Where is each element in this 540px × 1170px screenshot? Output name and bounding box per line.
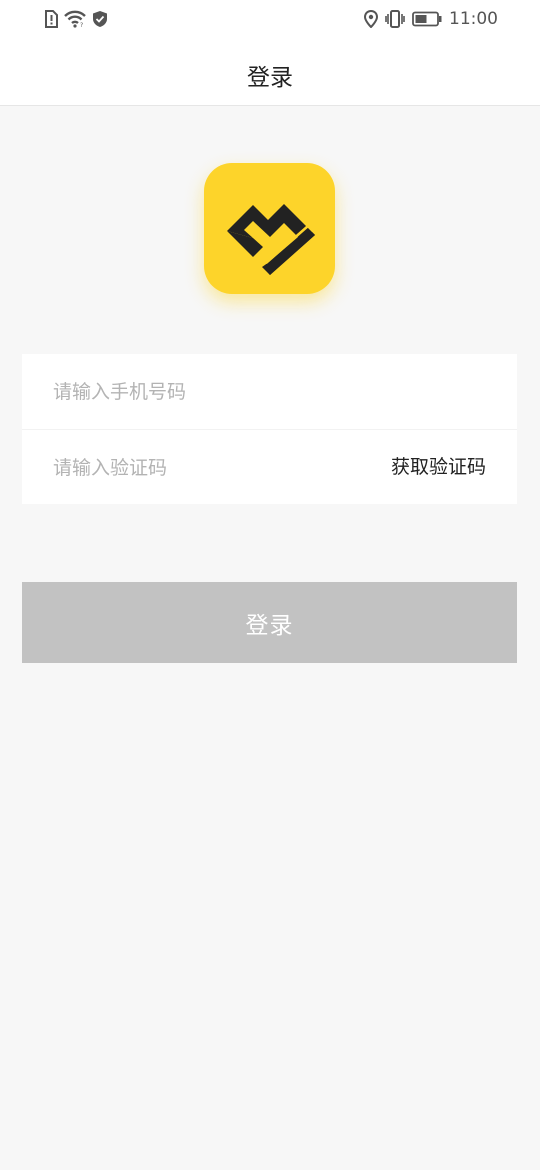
location-icon [364,10,378,28]
app-logo [204,163,335,294]
verification-code-input[interactable] [53,430,353,505]
svg-text:?: ? [80,22,83,28]
battery-icon [412,11,442,27]
shield-check-icon [93,11,107,27]
status-time: 11:00 [449,9,498,29]
page-title: 登录 [247,65,293,91]
book-heart-logo-icon [227,204,315,275]
get-code-button[interactable]: 获取验证码 [391,430,486,505]
nav-header: 登录 [0,42,540,106]
login-form: 获取验证码 [22,354,517,505]
status-left-icons: ? [44,10,108,28]
login-button[interactable]: 登录 [22,582,517,663]
sim-alert-icon [45,10,58,28]
wifi-icon: ? [64,10,86,28]
phone-field-row [22,354,517,430]
code-field-row: 获取验证码 [22,430,517,505]
vibrate-icon [385,10,405,28]
phone-input[interactable] [53,354,493,429]
status-bar: ? 11:00 [0,0,540,42]
status-right-icons: 11:00 [364,9,498,29]
